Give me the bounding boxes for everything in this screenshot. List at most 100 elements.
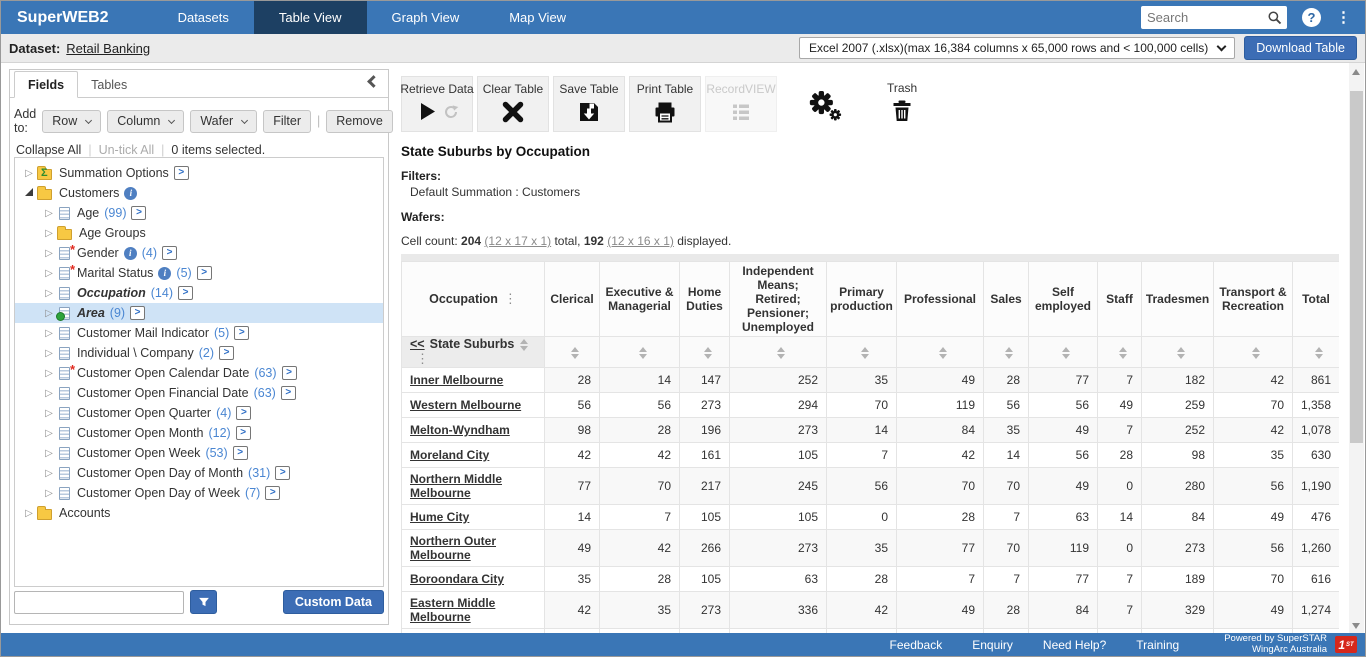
info-icon[interactable]: i (124, 247, 137, 260)
search-icon[interactable] (1267, 10, 1282, 25)
enquiry-link[interactable]: Enquiry (972, 638, 1013, 652)
state-suburbs-dimension-header[interactable]: <<State Suburbs⋮ (402, 337, 545, 368)
remove-button[interactable]: Remove (326, 110, 393, 133)
expand-toggle-icon[interactable]: ▷ (41, 348, 57, 359)
sort-arrows-icon[interactable] (1005, 347, 1013, 359)
wingarc-1st-logo[interactable]: 1ST (1335, 636, 1357, 653)
row-menu-icon[interactable]: ⋮ (416, 351, 429, 366)
row-header-link[interactable]: Northern Middle Melbourne (402, 468, 545, 505)
overflow-menu-icon[interactable]: ⋮ (1336, 8, 1351, 27)
expand-toggle-icon[interactable]: ▷ (41, 308, 57, 319)
trash-button[interactable]: Trash (887, 76, 917, 123)
expand-toggle-icon[interactable]: ▷ (41, 268, 57, 279)
sort-toggle-cell[interactable] (680, 337, 730, 368)
field-filter-button[interactable] (190, 590, 217, 614)
tree-item[interactable]: ▷ Customer Open Day of Week (7) > (15, 483, 383, 503)
nav-tab-table-view[interactable]: Table View (254, 1, 367, 34)
add-field-arrow-button[interactable]: > (219, 346, 234, 360)
add-field-arrow-button[interactable]: > (174, 166, 189, 180)
sort-arrows-icon[interactable] (1252, 347, 1260, 359)
row-header-link[interactable]: Western Melbourne (402, 393, 545, 418)
sort-toggle-cell[interactable] (600, 337, 680, 368)
add-field-arrow-button[interactable]: > (275, 466, 290, 480)
sort-arrows-icon[interactable] (1119, 347, 1127, 359)
add-field-arrow-button[interactable]: > (233, 446, 248, 460)
add-to-column-button[interactable]: Column (107, 110, 184, 133)
add-field-arrow-button[interactable]: > (197, 266, 212, 280)
add-field-arrow-button[interactable]: > (130, 306, 145, 320)
add-to-row-button[interactable]: Row (42, 110, 101, 133)
column-menu-icon[interactable]: ⋮ (504, 291, 517, 306)
info-icon[interactable]: i (124, 187, 137, 200)
add-field-arrow-button[interactable]: > (281, 386, 296, 400)
untick-all-link[interactable]: Un-tick All (99, 143, 155, 157)
retrieve-data-button[interactable]: Retrieve Data (401, 76, 473, 132)
download-table-button[interactable]: Download Table (1244, 36, 1357, 60)
tree-item[interactable]: ▷ Occupation (14) > (15, 283, 383, 303)
add-field-arrow-button[interactable]: > (265, 486, 280, 500)
expand-toggle-icon[interactable]: ▷ (41, 428, 57, 439)
row-header-link[interactable]: Eastern Middle Melbourne (402, 592, 545, 629)
tree-item[interactable]: ▷ * Marital Status i (5) > (15, 263, 383, 283)
row-header-link[interactable]: Inner Melbourne (402, 368, 545, 393)
sort-toggle-cell[interactable] (827, 337, 897, 368)
sort-arrows-icon[interactable] (520, 339, 528, 351)
sort-arrows-icon[interactable] (1315, 347, 1323, 359)
tree-item[interactable]: ▷ Age Groups (15, 223, 383, 243)
tree-item[interactable]: ▷ * Gender i (4) > (15, 243, 383, 263)
sort-toggle-cell[interactable] (545, 337, 600, 368)
tree-item[interactable]: ▷ Individual \ Company (2) > (15, 343, 383, 363)
sort-toggle-cell[interactable] (1293, 337, 1340, 368)
expand-toggle-icon[interactable]: ▷ (41, 288, 57, 299)
filter-button[interactable]: Filter (263, 110, 311, 133)
cell-count-total-dims-link[interactable]: (12 x 17 x 1) (484, 234, 551, 248)
sort-toggle-cell[interactable] (1029, 337, 1098, 368)
add-field-arrow-button[interactable]: > (131, 206, 146, 220)
collapse-toggle-icon[interactable] (21, 188, 37, 199)
sort-arrows-icon[interactable] (1062, 347, 1070, 359)
expand-toggle-icon[interactable]: ▷ (41, 488, 57, 499)
scroll-down-icon[interactable] (1352, 623, 1360, 629)
tree-item[interactable]: ▷ Area (9) > (15, 303, 383, 323)
add-field-arrow-button[interactable]: > (162, 246, 177, 260)
nav-tab-map-view[interactable]: Map View (484, 1, 591, 34)
row-header-link[interactable]: Melton-Wyndham (402, 418, 545, 443)
row-header-link[interactable]: Hume City (402, 505, 545, 530)
help-icon[interactable]: ? (1302, 8, 1321, 27)
expand-toggle-icon[interactable]: ▷ (41, 368, 57, 379)
dataset-name-link[interactable]: Retail Banking (66, 41, 150, 56)
cell-count-displayed-dims-link[interactable]: (12 x 16 x 1) (607, 234, 674, 248)
tab-tables[interactable]: Tables (78, 72, 140, 97)
tree-item[interactable]: ▷ Customer Open Day of Month (31) > (15, 463, 383, 483)
scroll-up-icon[interactable] (1352, 69, 1360, 75)
add-field-arrow-button[interactable]: > (236, 426, 251, 440)
expand-toggle-icon[interactable]: ▷ (41, 388, 57, 399)
info-icon[interactable]: i (158, 267, 171, 280)
expand-toggle-icon[interactable]: ▷ (41, 468, 57, 479)
row-header-link[interactable]: Boroondara City (402, 567, 545, 592)
tree-item[interactable]: ▷ Customer Open Financial Date (63) > (15, 383, 383, 403)
add-field-arrow-button[interactable]: > (234, 326, 249, 340)
sort-arrows-icon[interactable] (571, 347, 579, 359)
expand-toggle-icon[interactable]: ▷ (41, 448, 57, 459)
scrollbar-thumb[interactable] (1350, 91, 1363, 443)
sort-arrows-icon[interactable] (861, 347, 869, 359)
sort-arrows-icon[interactable] (639, 347, 647, 359)
collapse-all-link[interactable]: Collapse All (16, 143, 81, 157)
nav-tab-datasets[interactable]: Datasets (153, 1, 254, 34)
sort-toggle-cell[interactable] (1098, 337, 1142, 368)
tree-item[interactable]: ▷ Customer Open Week (53) > (15, 443, 383, 463)
tree-item[interactable]: Customers i (15, 183, 383, 203)
tree-item[interactable]: ▷ * Customer Open Calendar Date (63) > (15, 363, 383, 383)
collapse-sidebar-icon[interactable] (367, 75, 380, 88)
export-format-select[interactable]: Excel 2007 (.xlsx)(max 16,384 columns x … (799, 37, 1235, 59)
sort-toggle-cell[interactable] (1214, 337, 1293, 368)
sort-toggle-cell[interactable] (730, 337, 827, 368)
recordview-button[interactable]: RecordVIEW (705, 76, 777, 132)
tree-item[interactable]: ▷ Customer Open Quarter (4) > (15, 403, 383, 423)
sort-toggle-cell[interactable] (984, 337, 1029, 368)
clear-table-button[interactable]: Clear Table (477, 76, 549, 132)
save-table-button[interactable]: Save Table (553, 76, 625, 132)
print-table-button[interactable]: Print Table (629, 76, 701, 132)
expand-toggle-icon[interactable]: ▷ (41, 248, 57, 259)
